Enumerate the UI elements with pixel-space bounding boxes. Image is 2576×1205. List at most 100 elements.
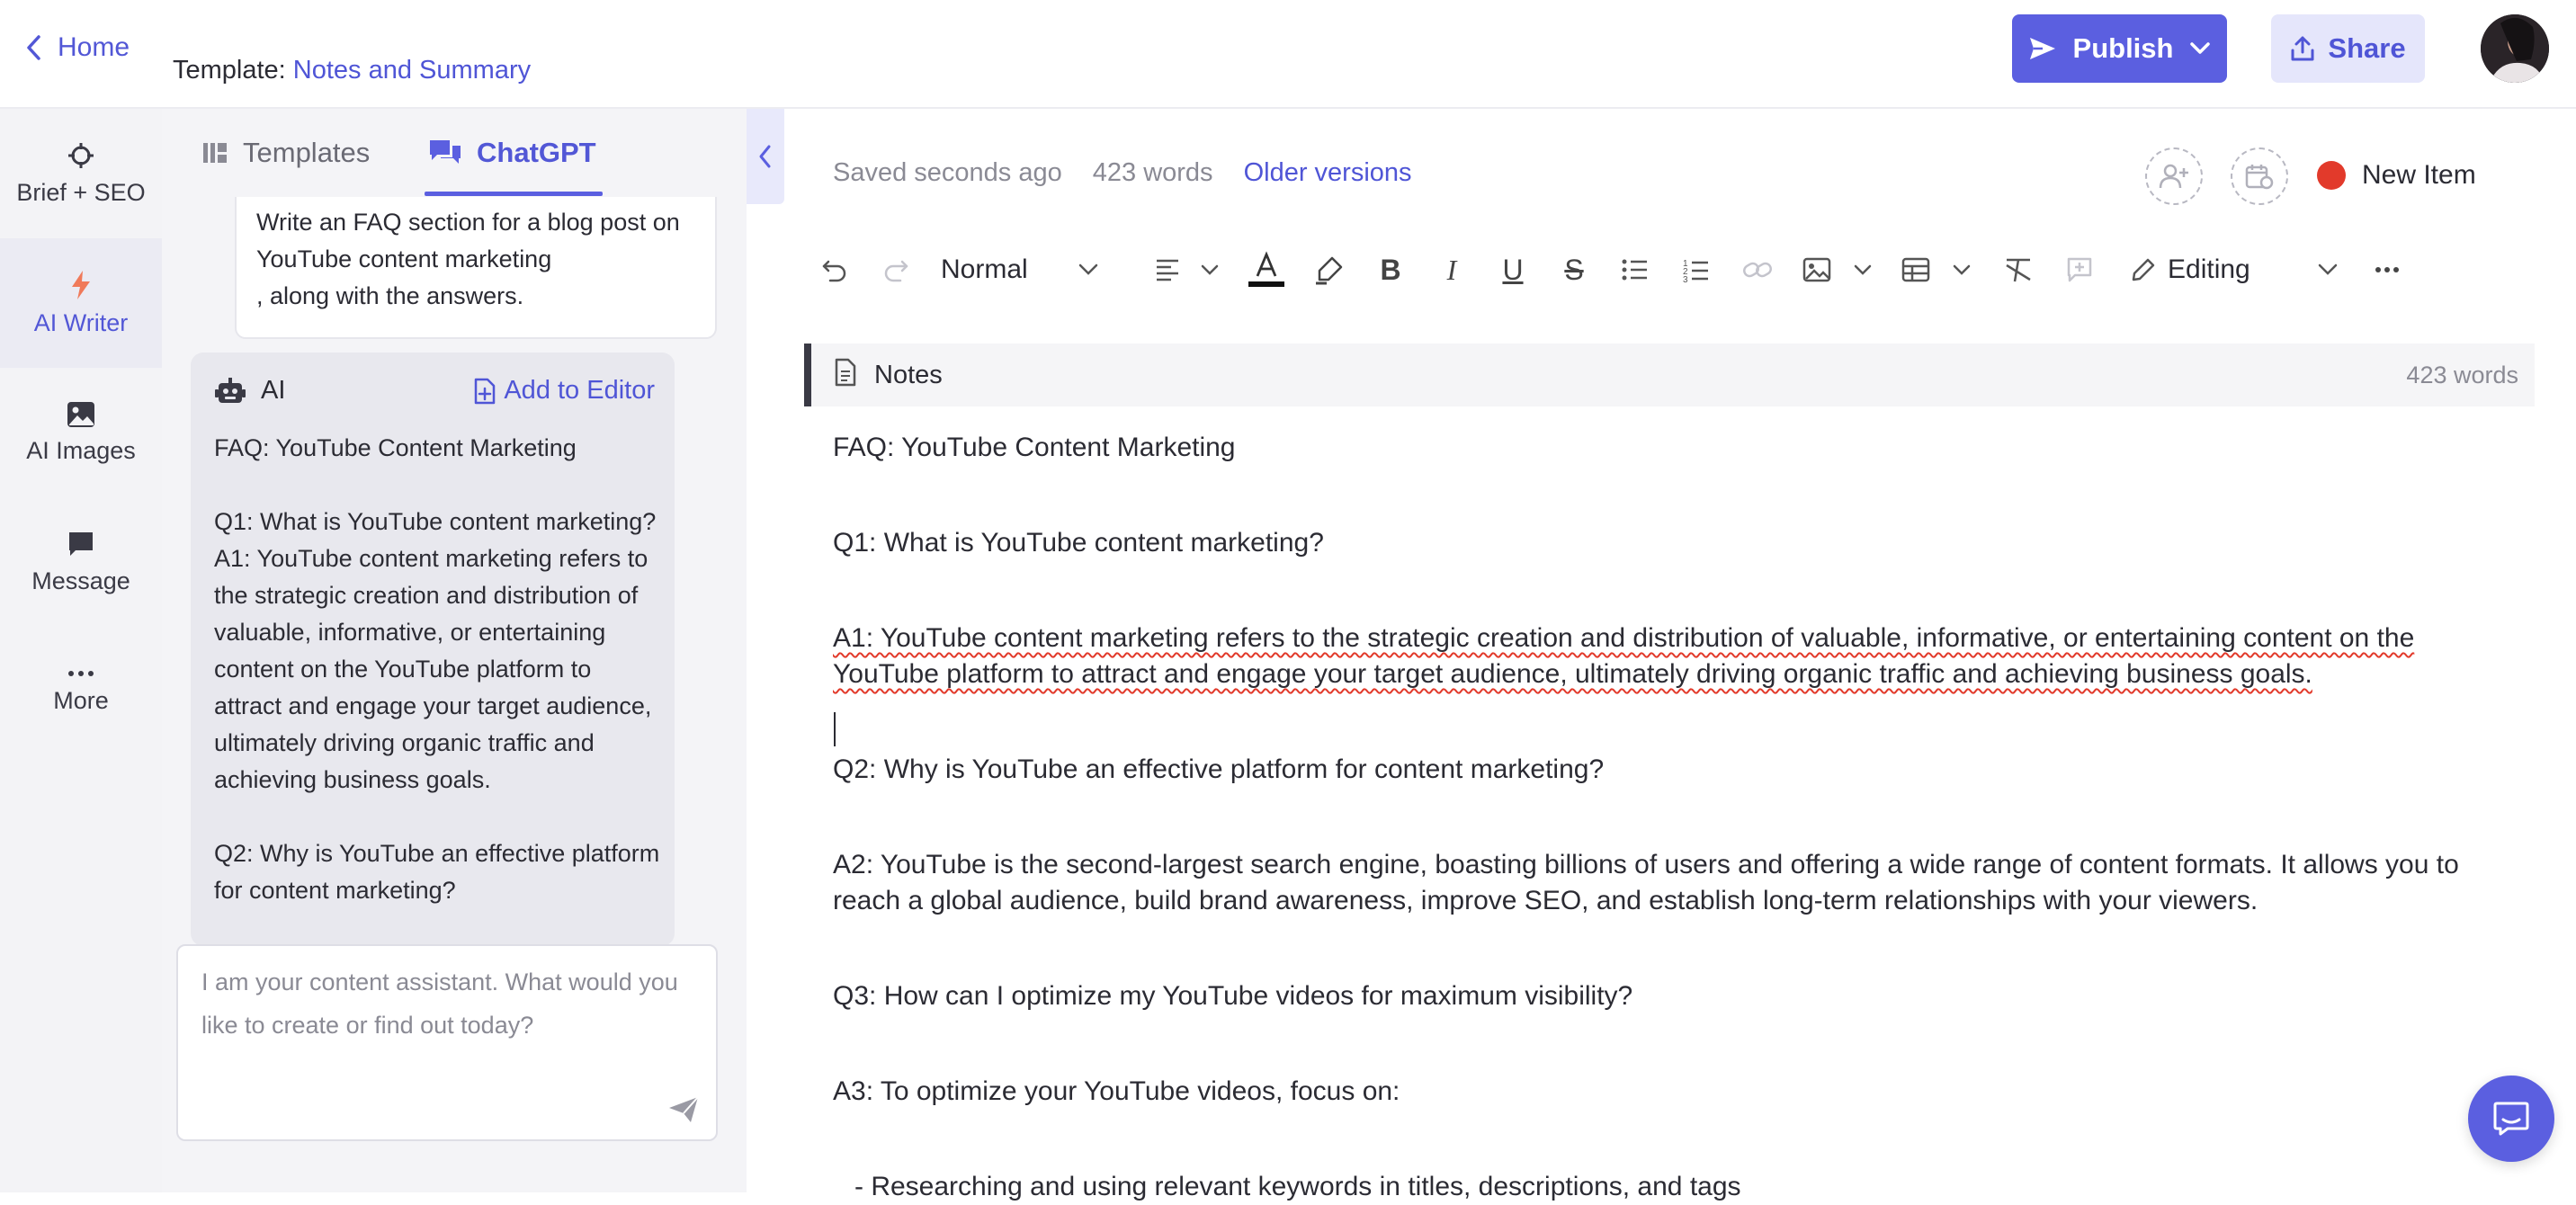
undo-button[interactable] [817,241,853,299]
rail-item-ai-images[interactable]: AI Images [0,368,162,497]
avatar[interactable] [2481,14,2549,83]
italic-button[interactable]: I [1434,241,1470,299]
redo-icon [884,260,908,282]
clear-formatting-button[interactable] [2000,241,2036,299]
ai-author: AI [214,376,285,406]
tab-chatgpt[interactable]: ChatGPT [428,109,596,197]
underline-button[interactable]: U [1495,241,1531,299]
image-icon [1802,257,1831,282]
chevron-down-icon [2190,42,2211,54]
publish-button[interactable]: Publish [2012,14,2227,83]
doc-paragraph: Q2: Why is YouTube an effective platform… [833,754,1605,784]
document-icon [835,358,856,387]
chevron-down-icon [1953,264,1971,275]
text-style-value: Normal [941,254,1028,284]
underline-icon: U [1502,253,1524,286]
link-icon [1743,262,1772,278]
table-icon [1901,257,1930,282]
tab-chatgpt-label: ChatGPT [477,137,596,168]
more-dots-icon [68,670,94,676]
doc-paragraph: Q3: How can I optimize my YouTube videos… [833,981,1633,1011]
chevron-down-icon [1854,264,1872,275]
rail-label-brief-seo: Brief + SEO [16,178,146,206]
active-tab-indicator [425,192,603,196]
lightning-icon [72,270,90,299]
doc-paragraph: A3: To optimize your YouTube videos, foc… [833,1076,1400,1106]
chat-tab-bar: Templates ChatGPT [162,109,747,197]
bullet-list-button[interactable] [1617,241,1653,299]
user-message-text: Write an FAQ section for a blog post on … [256,209,680,309]
tab-templates-label: Templates [243,137,371,168]
text-cursor [834,712,836,746]
template-line: Template: Notes and Summary [173,56,531,85]
tab-templates[interactable]: Templates [201,109,370,197]
add-to-editor-button[interactable]: Add to Editor [473,376,655,406]
rail-label-ai-writer: AI Writer [33,308,129,336]
share-button[interactable]: Share [2271,14,2425,83]
crosshair-icon [68,142,94,168]
align-select[interactable] [1155,241,1220,299]
chevron-left-icon [27,35,40,60]
chat-icon [69,531,93,556]
insert-image-select[interactable] [1802,241,1873,299]
ai-label: AI [261,376,286,405]
avatar-image [2481,14,2549,83]
chat-bubbles-icon [430,140,461,164]
user-message: Write an FAQ section for a blog post on … [235,197,717,339]
text-style-select[interactable]: Normal [941,241,1099,299]
ai-message-header: AI Add to Editor [214,376,655,415]
templates-icon [203,143,227,163]
template-prefix: Template: [173,56,293,85]
text-color-icon [1248,251,1284,287]
numbered-list-button[interactable]: 123 [1678,241,1714,299]
send-message-icon[interactable] [666,1092,702,1128]
ai-message: AI Add to Editor FAQ: YouTube Content Ma… [191,353,675,946]
rail-label-message: Message [31,567,130,594]
saved-status: Saved seconds ago [833,158,1062,187]
link-button[interactable] [1740,241,1775,299]
highlight-button[interactable] [1310,241,1349,299]
insert-table-select[interactable] [1901,241,1972,299]
left-rail: Brief + SEO AI Writer AI Images Message … [0,109,162,1192]
editor-status-row: Saved seconds ago 423 words Older versio… [833,158,1412,188]
italic-icon: I [1446,253,1457,286]
add-comment-icon [2067,257,2092,282]
older-versions-link[interactable]: Older versions [1244,158,1412,188]
assign-user-button[interactable] [2145,147,2203,205]
support-chat-button[interactable] [2468,1076,2554,1162]
bold-icon: B [1380,253,1401,286]
rail-item-brief-seo[interactable]: Brief + SEO [0,109,162,238]
home-link[interactable]: Home [25,32,130,63]
schedule-button[interactable] [2231,147,2288,205]
undo-icon [822,260,846,282]
redo-button[interactable] [878,241,914,299]
more-dots-icon [2375,267,2399,272]
chat-input[interactable]: I am your content assistant. What would … [176,944,718,1141]
rail-item-more[interactable]: More [0,627,162,756]
collapse-panel-button[interactable] [747,109,784,204]
pencil-icon [2132,258,2155,281]
text-color-button[interactable] [1247,241,1286,299]
rail-item-message[interactable]: Message [0,497,162,627]
more-options-button[interactable] [2369,241,2405,299]
rail-label-ai-images: AI Images [26,436,136,464]
share-icon [2291,36,2314,61]
status-new-item[interactable]: New Item [2317,160,2476,191]
rail-item-ai-writer[interactable]: AI Writer [0,238,162,368]
clear-format-icon [2006,258,2031,282]
template-name[interactable]: Notes and Summary [293,56,531,85]
rail-label-more: More [53,686,109,714]
bold-button[interactable]: B [1373,241,1409,299]
numbered-list-icon: 123 [1683,259,1708,282]
robot-icon [215,377,246,403]
chevron-down-icon [1201,264,1219,275]
mode-select[interactable]: Editing [2130,241,2339,299]
ai-message-text: FAQ: YouTube Content Marketing Q1: What … [214,434,660,904]
highlighter-icon [1316,256,1343,285]
strikethrough-button[interactable]: S [1556,241,1592,299]
publish-label: Publish [2072,32,2174,64]
doc-paragraph: - Researching and using relevant keyword… [854,1172,1741,1201]
comment-button[interactable] [2062,241,2097,299]
word-count: 423 words [1092,158,1213,187]
notes-section-header: Notes 423 words [804,344,2535,406]
